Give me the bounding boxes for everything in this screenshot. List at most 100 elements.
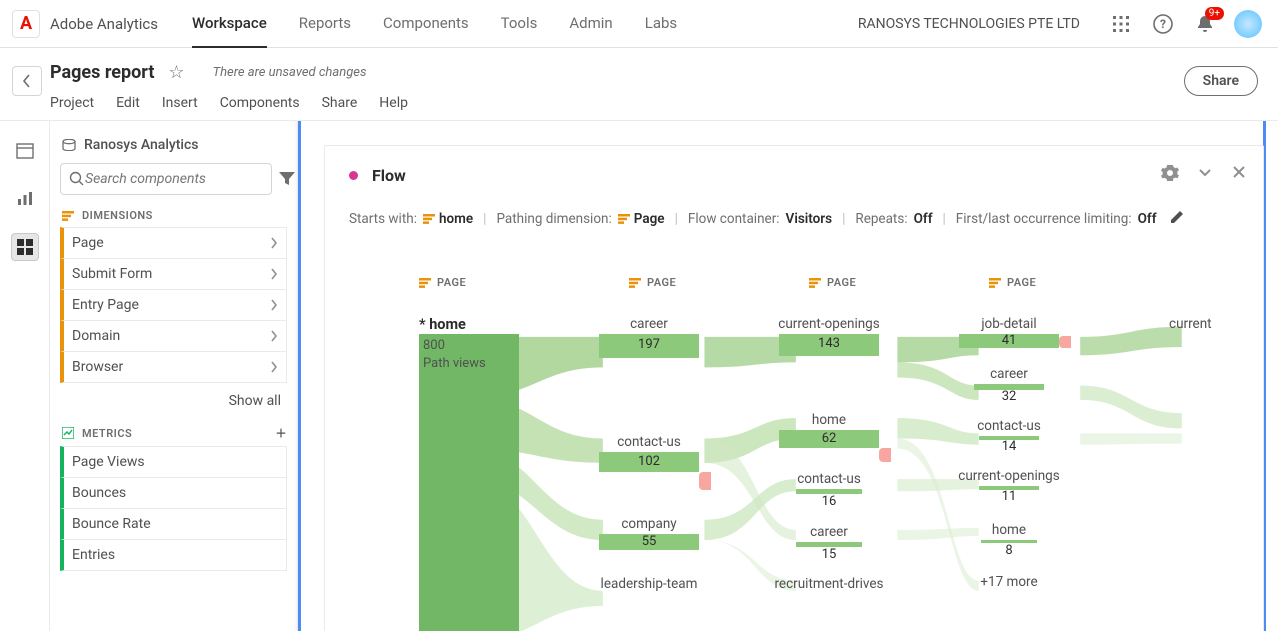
flow-col3-node1-value: 62 bbox=[799, 431, 859, 446]
flow-col2-header: PAGE bbox=[629, 276, 676, 289]
nav-workspace[interactable]: Workspace bbox=[192, 0, 267, 48]
rail-visualizations-icon[interactable] bbox=[11, 185, 39, 213]
metrics-header: METRICS ＋ bbox=[62, 425, 287, 441]
flow-col4-node3-value: 11 bbox=[979, 489, 1039, 504]
workspace-canvas: Flow Starts with: home | Pathi bbox=[298, 121, 1278, 631]
nav-admin[interactable]: Admin bbox=[569, 0, 612, 48]
show-all-dimensions[interactable]: Show all bbox=[60, 393, 281, 409]
flow-col3-node2-label[interactable]: contact-us bbox=[779, 471, 879, 487]
flow-col2-node0-label[interactable]: career bbox=[599, 316, 699, 332]
flow-col2-node2-label[interactable]: company bbox=[599, 516, 699, 532]
flow-col2-node0-value: 197 bbox=[619, 337, 679, 352]
close-icon[interactable] bbox=[1231, 164, 1247, 187]
config-container-label: Flow container: bbox=[688, 211, 780, 227]
flow-col4-node3-label[interactable]: current-openings bbox=[939, 468, 1079, 484]
chevron-right-icon bbox=[270, 299, 278, 311]
flow-col4-node2-value: 14 bbox=[979, 439, 1039, 454]
flow-col4-node1-label[interactable]: career bbox=[959, 366, 1059, 382]
components-panel: Ranosys Analytics DIMENSIONS Page Submit… bbox=[50, 121, 298, 631]
menu-share[interactable]: Share bbox=[322, 95, 358, 111]
brand-name: Adobe Analytics bbox=[50, 15, 158, 33]
config-limiting-value[interactable]: Off bbox=[1138, 211, 1157, 227]
config-pathing-value[interactable]: Page bbox=[618, 211, 665, 227]
nav-reports[interactable]: Reports bbox=[299, 0, 351, 48]
config-container-value[interactable]: Visitors bbox=[786, 211, 833, 227]
config-starts-with-label: Starts with: bbox=[349, 211, 417, 227]
avatar[interactable] bbox=[1234, 10, 1262, 38]
search-input[interactable] bbox=[85, 171, 263, 187]
menu-edit[interactable]: Edit bbox=[116, 95, 140, 111]
dimension-submit-form[interactable]: Submit Form bbox=[60, 258, 287, 290]
dimension-domain[interactable]: Domain bbox=[60, 320, 287, 352]
dimension-page[interactable]: Page bbox=[60, 227, 287, 259]
back-button[interactable] bbox=[12, 66, 42, 96]
nav-tools[interactable]: Tools bbox=[501, 0, 538, 48]
brand-letter: A bbox=[20, 13, 32, 34]
flow-col4-node1-value: 32 bbox=[979, 389, 1039, 404]
rail-panel-icon[interactable] bbox=[11, 137, 39, 165]
data-icon bbox=[62, 139, 76, 151]
metric-page-views[interactable]: Page Views bbox=[60, 446, 287, 478]
menu-project[interactable]: Project bbox=[50, 95, 94, 111]
flow-col4-node0-label[interactable]: job-detail bbox=[959, 316, 1059, 332]
filter-icon[interactable] bbox=[278, 163, 296, 195]
collapse-icon[interactable] bbox=[1197, 164, 1213, 187]
viz-title[interactable]: Flow bbox=[372, 166, 1161, 185]
metric-entries[interactable]: Entries bbox=[60, 539, 287, 571]
flow-col1-header: PAGE bbox=[419, 276, 466, 289]
dimension-entry-page[interactable]: Entry Page bbox=[60, 289, 287, 321]
favorite-star-icon[interactable]: ☆ bbox=[168, 62, 184, 83]
page-title: Pages report bbox=[50, 62, 154, 83]
config-repeats-value[interactable]: Off bbox=[914, 211, 933, 227]
flow-root-subtitle: Path views bbox=[423, 356, 486, 371]
flow-col3-node1-exit bbox=[879, 448, 891, 462]
rail-components-icon[interactable] bbox=[11, 233, 39, 261]
flow-col3-node2-value: 16 bbox=[799, 494, 859, 509]
chevron-right-icon bbox=[270, 268, 278, 280]
flow-root-label[interactable]: * home bbox=[419, 316, 466, 333]
flow-col4-node0-value: 41 bbox=[979, 333, 1039, 348]
flow-col3-header: PAGE bbox=[809, 276, 856, 289]
flow-col3-node0-label[interactable]: current-openings bbox=[759, 316, 899, 332]
metric-bounce-rate[interactable]: Bounce Rate bbox=[60, 508, 287, 540]
search-input-wrapper[interactable] bbox=[60, 163, 272, 195]
config-starts-with-value[interactable]: home bbox=[423, 211, 473, 227]
menu-insert[interactable]: Insert bbox=[162, 95, 198, 111]
flow-col5-node0-label[interactable]: current bbox=[1169, 316, 1263, 332]
report-suite-selector[interactable]: Ranosys Analytics bbox=[62, 137, 287, 153]
brand-logo: A bbox=[12, 10, 40, 38]
nav-components[interactable]: Components bbox=[383, 0, 469, 48]
chevron-right-icon bbox=[270, 330, 278, 342]
add-metric-button[interactable]: ＋ bbox=[276, 425, 288, 441]
dimension-browser[interactable]: Browser bbox=[60, 351, 287, 383]
flow-visualization-panel: Flow Starts with: home | Pathi bbox=[324, 145, 1264, 631]
flow-col3-node3-label[interactable]: career bbox=[779, 524, 879, 540]
top-nav: A Adobe Analytics Workspace Reports Comp… bbox=[0, 0, 1278, 48]
flow-chart[interactable]: PAGE PAGE PAGE PAGE * home 800 Path view… bbox=[349, 276, 1263, 631]
flow-col3-node4-label[interactable]: recruitment-drives bbox=[759, 576, 899, 592]
flow-col2-node1-label[interactable]: contact-us bbox=[599, 434, 699, 450]
flow-col2-node3-label[interactable]: leadership-team bbox=[599, 576, 699, 592]
metric-bounces[interactable]: Bounces bbox=[60, 477, 287, 509]
unsaved-label: There are unsaved changes bbox=[213, 65, 367, 80]
flow-col4-node0-exit bbox=[1059, 336, 1071, 348]
chevron-right-icon bbox=[270, 361, 278, 373]
apps-icon[interactable] bbox=[1110, 13, 1132, 35]
flow-col4-node2-label[interactable]: contact-us bbox=[959, 418, 1059, 434]
flow-col2-node1-exit bbox=[699, 472, 711, 490]
dimensions-header: DIMENSIONS bbox=[62, 209, 287, 222]
menu-help[interactable]: Help bbox=[379, 95, 408, 111]
help-icon[interactable]: ? bbox=[1152, 13, 1174, 35]
flow-col4-node5-label[interactable]: +17 more bbox=[959, 574, 1059, 590]
flow-root-node[interactable] bbox=[419, 334, 519, 631]
flow-root-value: 800 bbox=[423, 338, 445, 353]
nav-labs[interactable]: Labs bbox=[645, 0, 677, 48]
notifications-icon[interactable]: 9+ bbox=[1194, 13, 1216, 35]
share-button[interactable]: Share bbox=[1184, 66, 1258, 96]
settings-icon[interactable] bbox=[1161, 164, 1179, 187]
menu-components[interactable]: Components bbox=[220, 95, 300, 111]
viz-color-dot bbox=[349, 171, 358, 180]
flow-col4-node4-label[interactable]: home bbox=[959, 522, 1059, 538]
flow-col3-node1-label[interactable]: home bbox=[779, 412, 879, 428]
edit-config-icon[interactable] bbox=[1169, 209, 1185, 229]
